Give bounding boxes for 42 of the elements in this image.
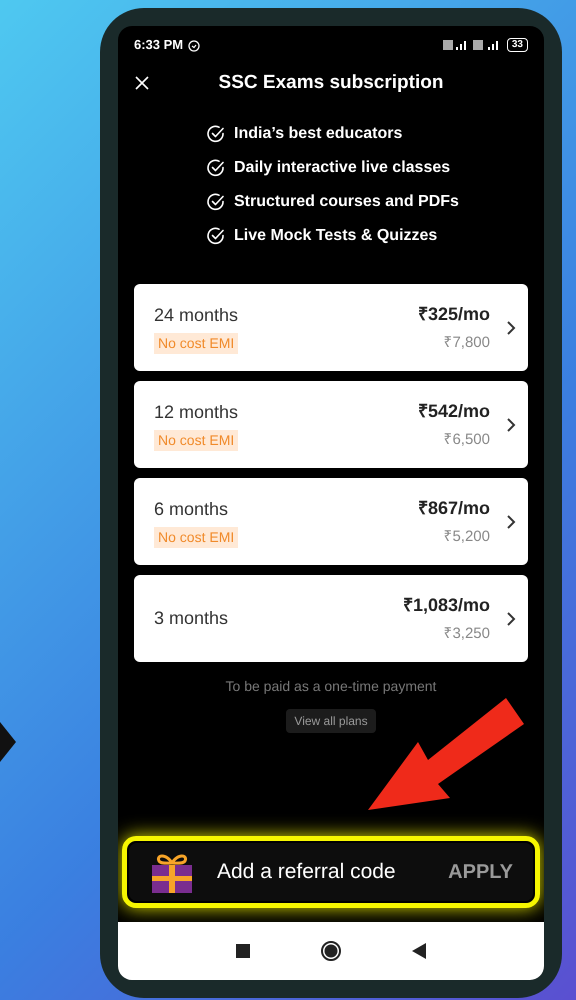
status-time: 6:33 PM [134,36,184,54]
plan-price: ₹542/mo [418,400,490,423]
plan-price: ₹325/mo [418,302,490,326]
close-icon[interactable] [134,75,150,91]
battery-level: 33 [506,38,528,52]
plan-duration: 12 months [154,400,240,424]
check-circle-icon [206,124,226,144]
plan-card[interactable]: 3 months ₹1,083/mo ₹3,250 [134,575,528,662]
home-icon[interactable] [320,940,342,962]
emi-badge: No cost EMI [154,430,238,450]
header-title: SSC Exams subscription [218,70,444,95]
plan-total: ₹7,800 [443,332,490,353]
chevron-right-icon [506,610,516,626]
feature-text: India’s best educators [234,124,402,144]
check-circle-icon [206,192,226,212]
emi-badge: No cost EMI [154,526,238,548]
check-circle-icon [206,226,226,246]
plan-total: ₹6,500 [443,430,490,450]
plan-duration: 24 months [154,304,240,326]
emi-badge: No cost EMI [154,332,238,354]
plan-card[interactable]: 24 months No cost EMI ₹325/mo ₹7,800 [134,284,528,371]
chevron-right-icon [506,514,516,530]
plan-total: ₹3,250 [443,624,490,644]
check-circle-icon [206,158,226,178]
referral-bar[interactable]: Add a referral code APPLY [129,843,533,901]
view-all-plans-button[interactable]: View all plans [286,709,376,733]
apply-button[interactable]: APPLY [448,857,513,887]
plan-total: ₹5,200 [443,526,490,547]
feature-text: Daily interactive live classes [234,158,450,178]
back-icon[interactable] [412,943,426,959]
plan-card[interactable]: 6 months No cost EMI ₹867/mo ₹5,200 [134,478,528,565]
feature-text: Live Mock Tests & Quizzes [234,226,438,246]
plan-price: ₹1,083/mo [402,594,490,617]
plan-card[interactable]: 12 months No cost EMI ₹542/mo ₹6,500 [134,381,528,468]
chevron-right-icon [506,320,516,336]
plan-price: ₹867/mo [418,496,490,520]
referral-label: Add a referral code [217,859,397,886]
payment-note: To be paid as a one-time payment [224,677,438,696]
plan-duration: 3 months [154,607,230,630]
feature-text: Structured courses and PDFs [234,192,459,212]
plan-duration: 6 months [154,498,230,520]
chevron-right-icon [506,416,516,432]
